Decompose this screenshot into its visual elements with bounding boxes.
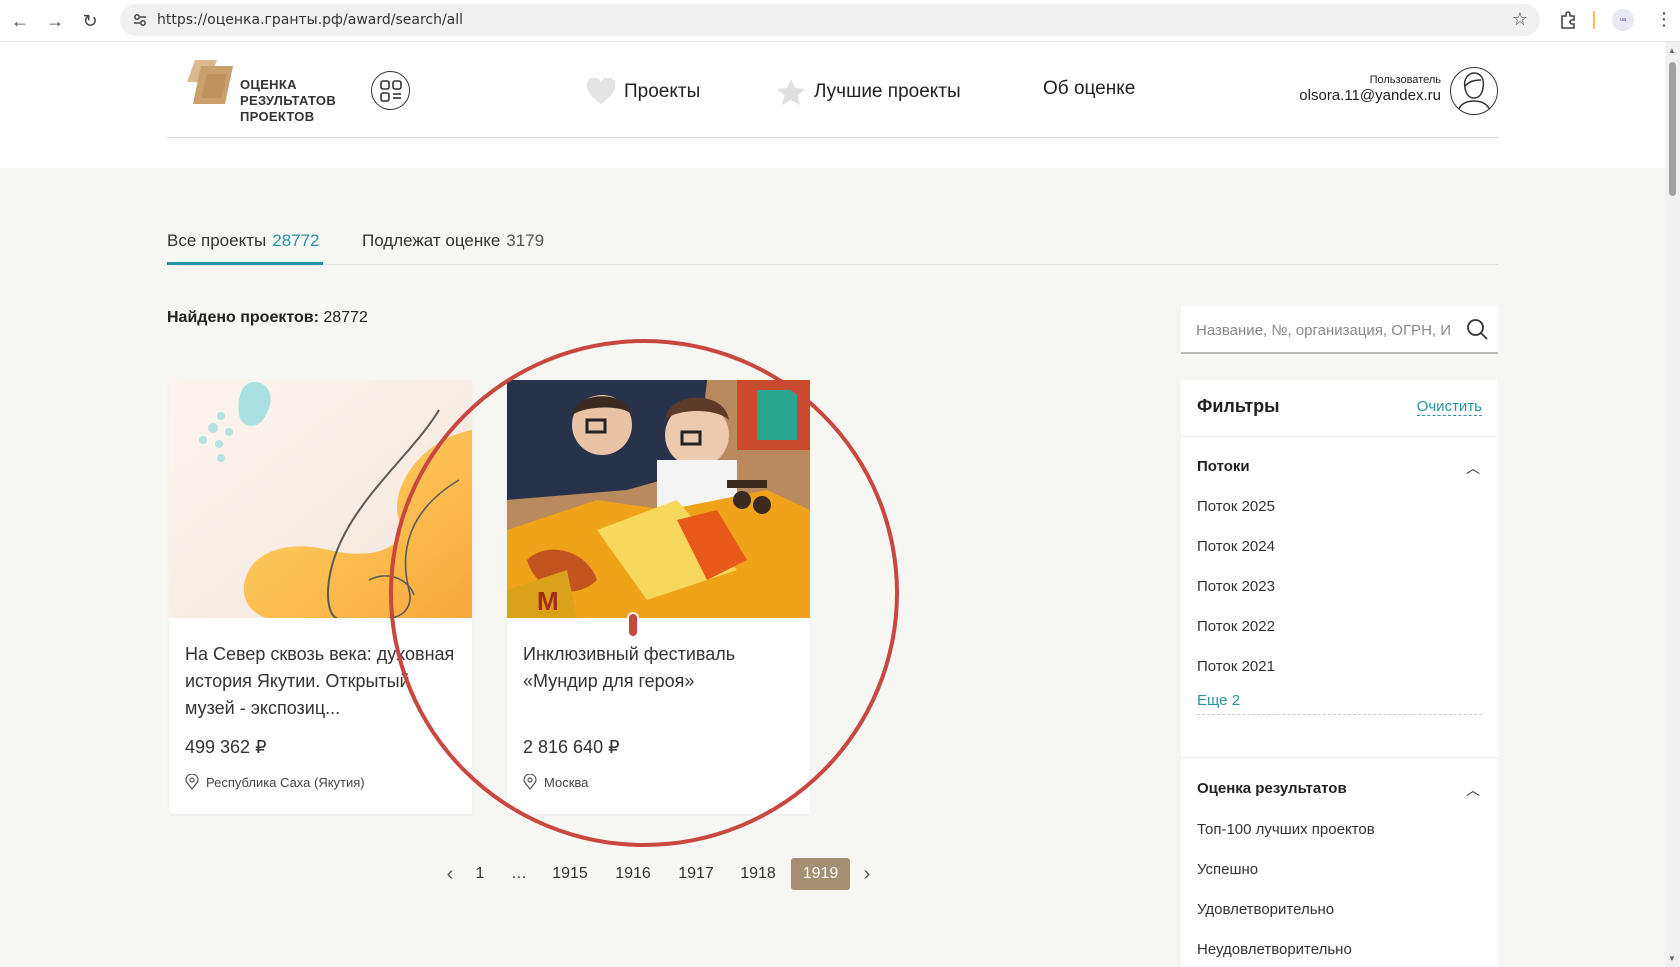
tab-count: 3179 xyxy=(506,231,545,250)
filter-section-streams[interactable]: Потоки xyxy=(1197,458,1250,475)
heart-icon xyxy=(586,78,616,104)
qr-code-button[interactable] xyxy=(371,71,410,110)
pagination-prev[interactable]: ‹ xyxy=(440,858,460,890)
logo-line: ПРОЕКТОВ xyxy=(240,109,315,124)
filter-option[interactable]: Неудовлетворительно xyxy=(1197,941,1352,958)
tab-to-evaluate[interactable]: Подлежат оценке 3179 xyxy=(362,231,544,251)
scroll-down-icon[interactable]: ▼ xyxy=(1668,954,1676,963)
qr-code-icon xyxy=(379,79,402,102)
filter-option[interactable]: Поток 2025 xyxy=(1197,498,1275,515)
avatar[interactable] xyxy=(1450,67,1498,115)
card-location-text: Москва xyxy=(544,774,589,790)
tab-label: Подлежат оценке xyxy=(362,231,501,250)
site-settings-icon[interactable] xyxy=(132,12,148,28)
logo-mark-icon[interactable] xyxy=(187,60,237,106)
filter-option[interactable]: Топ-100 лучших проектов xyxy=(1197,821,1375,838)
pagination-current-page[interactable]: 1919 xyxy=(791,858,850,890)
back-icon[interactable]: ← xyxy=(8,9,32,33)
user-email[interactable]: olsora.11@yandex.ru xyxy=(1299,87,1441,104)
logo-line: РЕЗУЛЬТАТОВ xyxy=(240,93,337,108)
pagination-page[interactable]: 1915 xyxy=(545,858,595,890)
forward-icon[interactable]: → xyxy=(43,9,67,33)
chevron-up-icon[interactable]: ︿ xyxy=(1466,780,1480,800)
url-text[interactable]: https://оценка.гранты.рф/award/search/al… xyxy=(157,12,463,28)
found-value: 28772 xyxy=(323,309,368,326)
nav-best-projects-label: Лучшие проекты xyxy=(814,81,961,102)
found-label: Найдено проектов: xyxy=(167,309,319,326)
divider xyxy=(1197,714,1482,715)
card-location-text: Республика Саха (Якутия) xyxy=(206,774,365,790)
pagination-page[interactable]: 1916 xyxy=(608,858,658,890)
filter-option[interactable]: Успешно xyxy=(1197,861,1258,878)
pagination-page[interactable]: 1917 xyxy=(671,858,721,890)
project-card[interactable]: M Инклюзивный фестиваль «Мундир для геро… xyxy=(507,380,810,814)
scrollbar-thumb[interactable] xyxy=(1669,62,1676,196)
filter-section-evaluation[interactable]: Оценка результатов xyxy=(1197,780,1347,797)
show-more-link[interactable]: Еще 2 xyxy=(1197,692,1240,709)
pagination-next[interactable]: › xyxy=(857,858,877,890)
filters-panel: Фильтры Очистить Потоки ︿ Поток 2025 Пот… xyxy=(1181,380,1498,967)
tab-count: 28772 xyxy=(272,231,320,250)
active-tab-indicator xyxy=(167,262,323,265)
page-scrollbar[interactable]: ▲ ▼ xyxy=(1665,42,1680,967)
browser-toolbar: ← → ↻ https://оценка.гранты.рф/award/sea… xyxy=(0,0,1680,42)
browser-menu-icon[interactable]: ⋮ xyxy=(1655,9,1673,30)
clear-filters-button[interactable]: Очистить xyxy=(1416,398,1482,416)
divider xyxy=(1181,757,1498,758)
tab-label: Все проекты xyxy=(167,231,267,250)
card-title[interactable]: Инклюзивный фестиваль «Мундир для героя» xyxy=(523,641,798,695)
card-price: 2 816 640 ₽ xyxy=(523,737,620,757)
annotation-marker xyxy=(627,612,639,638)
card-location: Республика Саха (Якутия) xyxy=(185,774,365,790)
card-location: Москва xyxy=(523,774,588,790)
tab-all-projects[interactable]: Все проекты 28772 xyxy=(167,231,320,251)
project-card[interactable]: На Север сквозь века: духовная история Я… xyxy=(169,380,472,814)
svg-text:M: M xyxy=(537,586,559,616)
bookmark-star-icon[interactable]: ☆ xyxy=(1512,9,1528,30)
card-image-placeholder xyxy=(169,380,472,618)
extensions-icon[interactable] xyxy=(1558,9,1580,31)
address-bar[interactable]: https://оценка.гранты.рф/award/search/al… xyxy=(120,4,1540,36)
nav-about-label: Об оценке xyxy=(1043,78,1136,99)
browser-profile-icon[interactable]: ᵘᵃ xyxy=(1612,9,1634,31)
filter-option[interactable]: Поток 2021 xyxy=(1197,658,1275,675)
filter-option[interactable]: Удовлетворительно xyxy=(1197,901,1334,918)
card-photo: M xyxy=(507,380,810,618)
search-icon[interactable] xyxy=(1466,318,1488,340)
location-pin-icon xyxy=(523,774,537,790)
user-role-label: Пользователь xyxy=(1369,74,1441,86)
location-pin-icon xyxy=(185,774,199,790)
nav-best-projects[interactable]: Лучшие проекты xyxy=(776,78,961,106)
card-price: 499 362 ₽ xyxy=(185,737,267,757)
filter-option[interactable]: Поток 2022 xyxy=(1197,618,1275,635)
search-box xyxy=(1181,306,1498,354)
divider xyxy=(1181,436,1498,437)
user-avatar-icon xyxy=(1456,72,1492,114)
header-divider xyxy=(167,137,1498,138)
scroll-up-icon[interactable]: ▲ xyxy=(1668,46,1676,55)
nav-about[interactable]: Об оценке xyxy=(1043,78,1135,100)
chevron-up-icon[interactable]: ︿ xyxy=(1466,458,1480,478)
tabs-divider xyxy=(167,264,1498,265)
pagination-page[interactable]: 1918 xyxy=(733,858,783,890)
logo-text[interactable]: ОЦЕНКА РЕЗУЛЬТАТОВ ПРОЕКТОВ xyxy=(240,77,336,125)
filter-option[interactable]: Поток 2024 xyxy=(1197,538,1275,555)
reload-icon[interactable]: ↻ xyxy=(78,9,102,33)
toolbar-divider xyxy=(1593,11,1595,29)
card-title[interactable]: На Север сквозь века: духовная история Я… xyxy=(185,641,460,722)
star-icon xyxy=(777,79,805,105)
filter-option[interactable]: Поток 2023 xyxy=(1197,578,1275,595)
nav-projects[interactable]: Проекты xyxy=(586,78,700,106)
filters-title: Фильтры xyxy=(1197,396,1280,416)
pagination-page[interactable]: 1 xyxy=(470,858,490,890)
logo-line: ОЦЕНКА xyxy=(240,77,297,92)
pagination-ellipsis: … xyxy=(511,865,527,882)
nav-projects-label: Проекты xyxy=(624,81,701,102)
search-input[interactable] xyxy=(1196,318,1451,342)
found-count: Найдено проектов: 28772 xyxy=(167,309,368,327)
